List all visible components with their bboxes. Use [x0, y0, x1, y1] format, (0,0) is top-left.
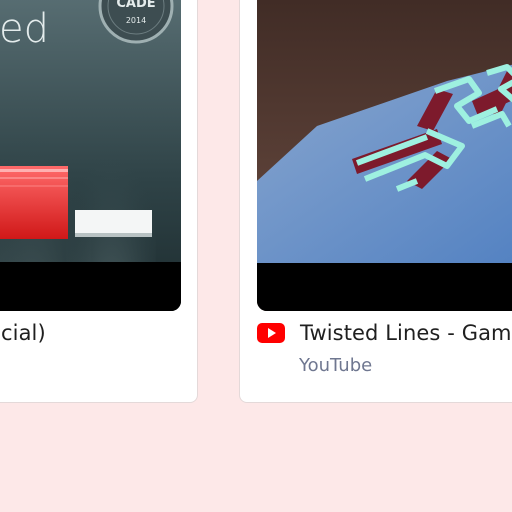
thumbnail-image: ed CADE 2014 — [0, 0, 181, 311]
video-thumbnail[interactable]: ed CADE 2014 — [0, 0, 181, 311]
youtube-icon — [257, 323, 285, 343]
svg-text:CADE: CADE — [116, 0, 155, 11]
video-source: YouTube — [299, 355, 373, 376]
video-title-row[interactable]: cial) — [1, 321, 46, 345]
video-title-row[interactable]: Twisted Lines - Game — [257, 321, 512, 345]
video-thumbnail[interactable] — [257, 0, 512, 311]
thumbnail-title-text: ed — [0, 6, 49, 52]
video-title[interactable]: Twisted Lines - Game — [300, 321, 512, 345]
thumbnail-image — [257, 0, 512, 311]
video-title[interactable]: cial) — [1, 321, 46, 345]
svg-text:2014: 2014 — [126, 16, 146, 25]
video-card[interactable]: ed CADE 2014 cial) — [0, 0, 198, 403]
results-grid: ed CADE 2014 cial) Twisted Lines - Game … — [0, 0, 512, 512]
video-card[interactable]: Twisted Lines - Game YouTube — [239, 0, 512, 403]
